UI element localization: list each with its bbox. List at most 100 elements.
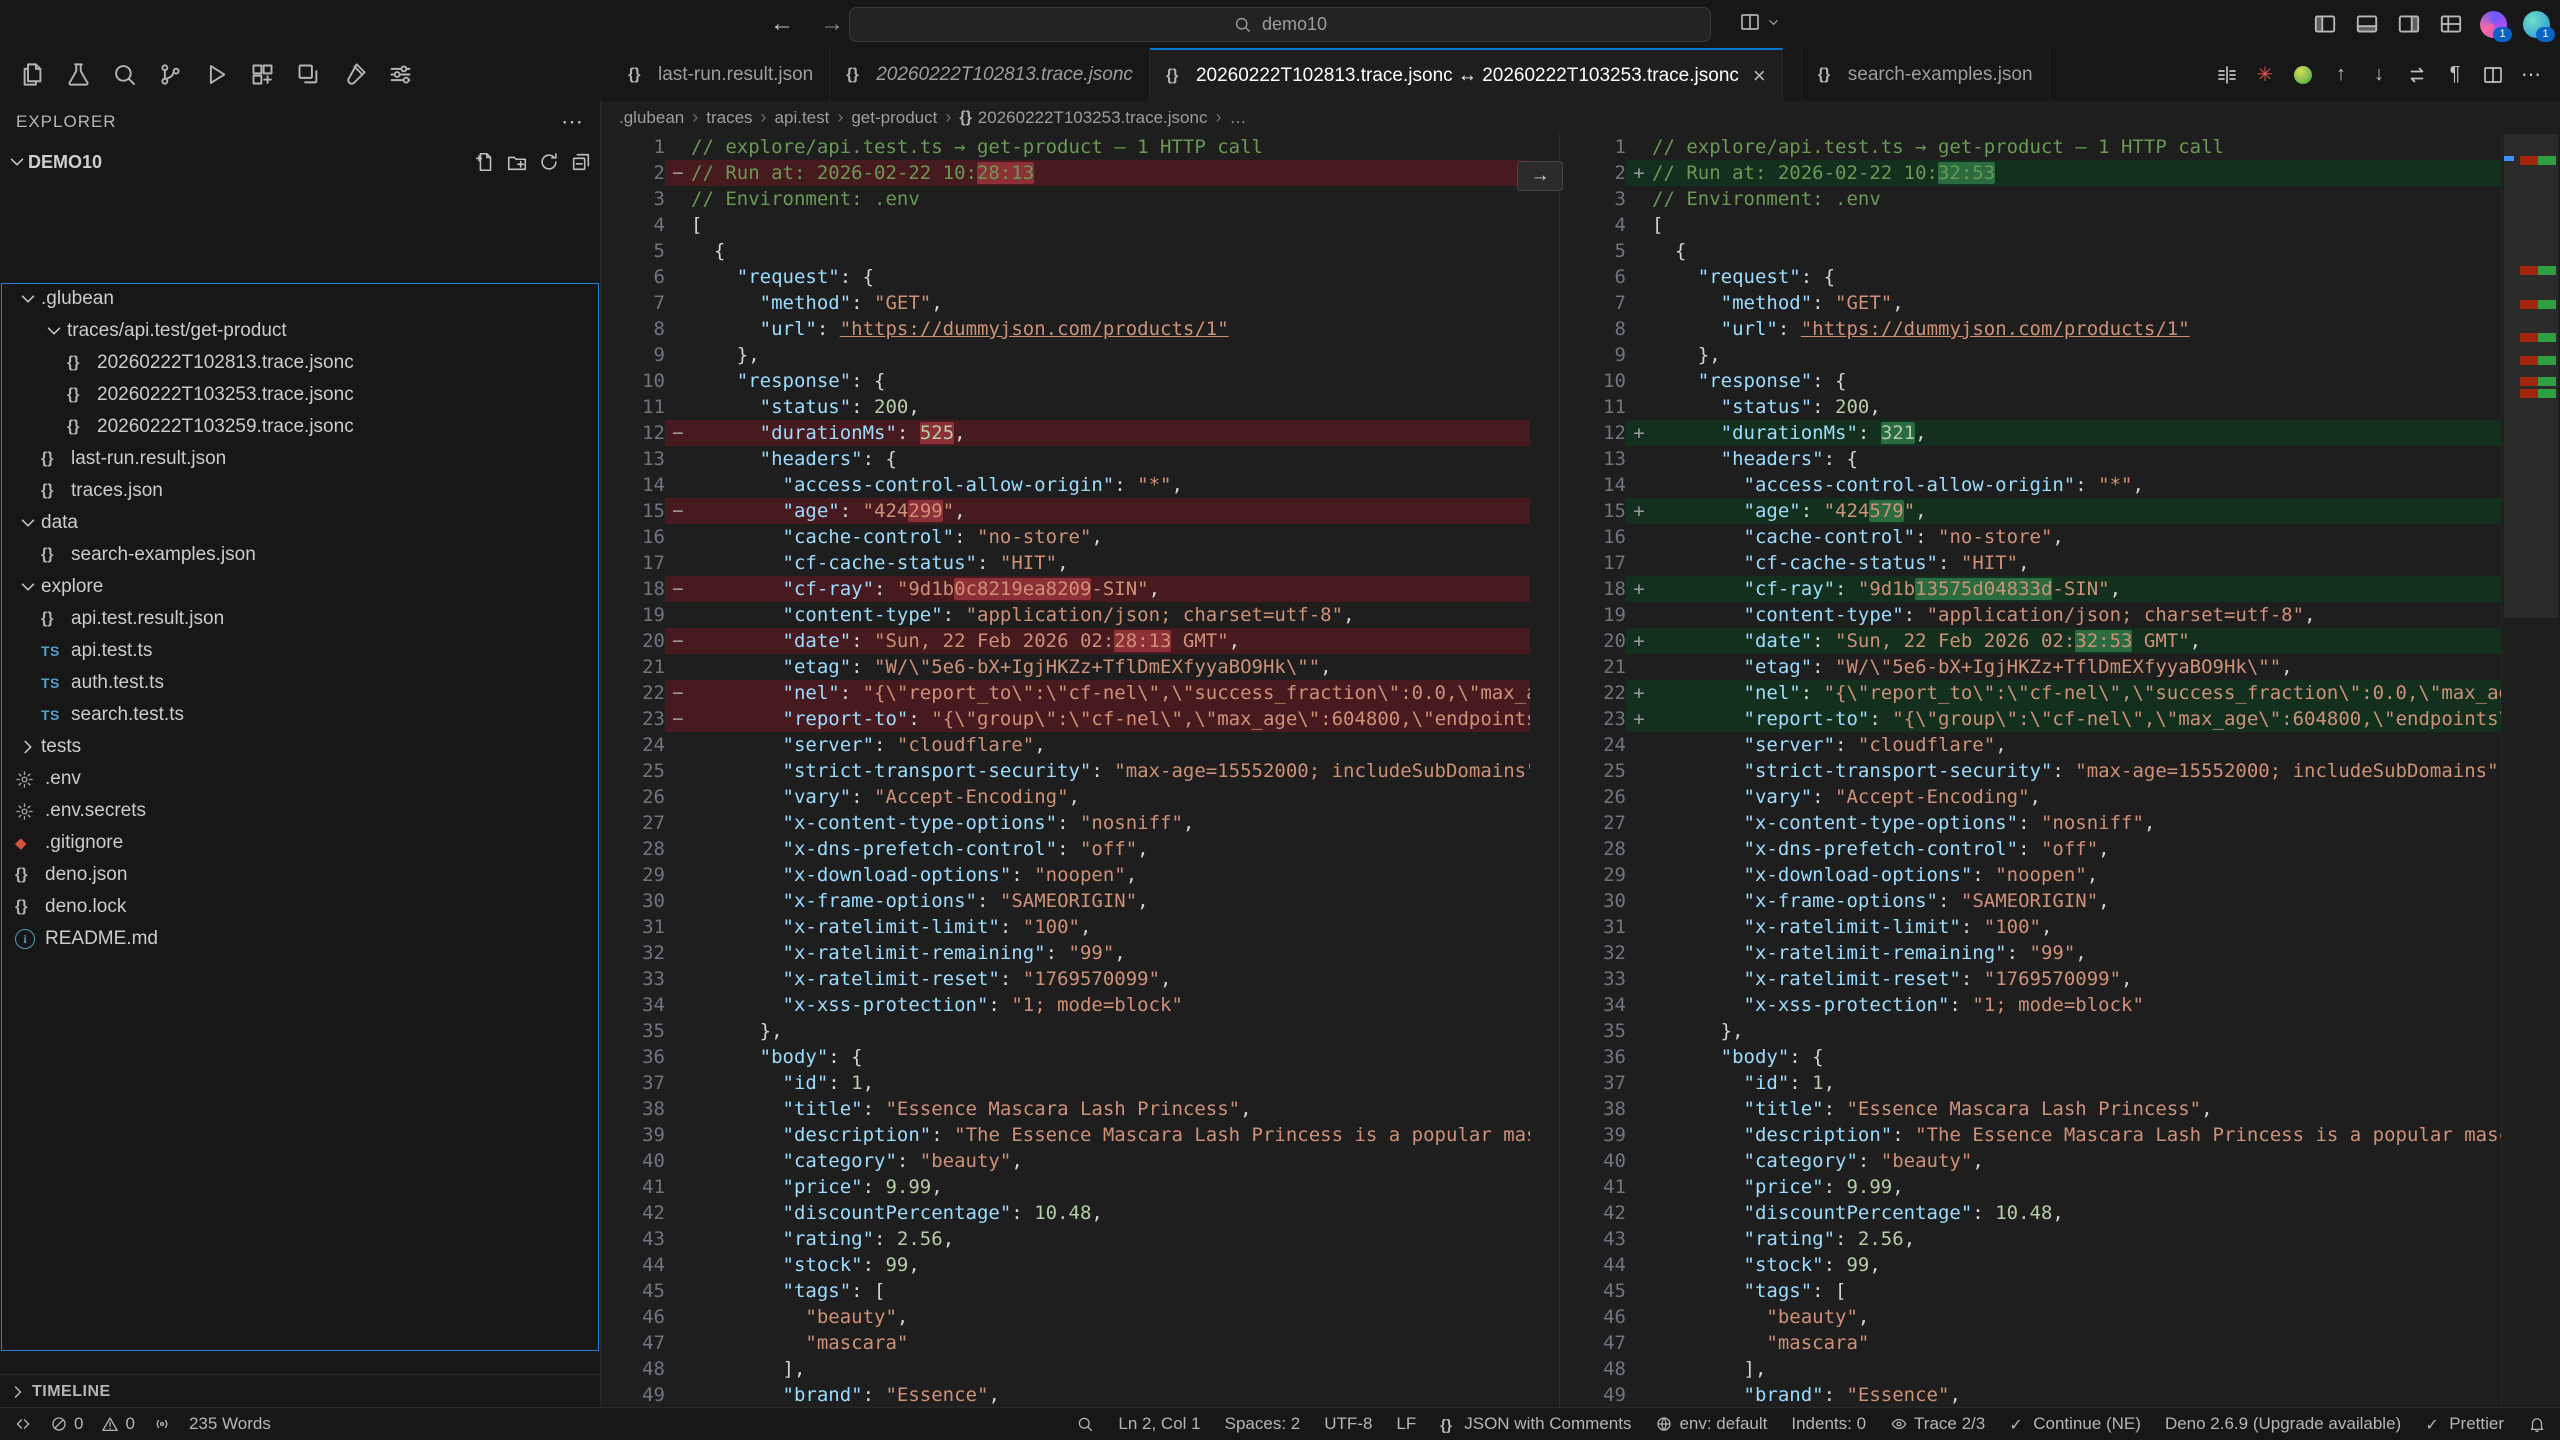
- tree-item-20260222t102813-trace-jsonc[interactable]: {}20260222T102813.trace.jsonc: [1, 347, 599, 379]
- code-line-13[interactable]: 13 "headers": {: [601, 446, 1530, 472]
- tree-item-deno-lock[interactable]: {}deno.lock: [1, 891, 599, 923]
- status-language-mode[interactable]: {}JSON with Comments: [1440, 1414, 1631, 1434]
- code-line-15[interactable]: 15− "age": "424299",: [601, 498, 1530, 524]
- refresh-icon[interactable]: [538, 151, 560, 173]
- layout-sidebar-right-icon[interactable]: [2396, 11, 2422, 37]
- code-line-47[interactable]: 47 "mascara": [1592, 1330, 2502, 1356]
- activity-test-tube[interactable]: [334, 55, 374, 95]
- code-line-6[interactable]: 6 "request": {: [1592, 264, 2502, 290]
- code-line-44[interactable]: 44 "stock": 99,: [1592, 1252, 2502, 1278]
- code-line-36[interactable]: 36 "body": {: [601, 1044, 1530, 1070]
- extension-red-icon[interactable]: ✳: [2250, 60, 2280, 90]
- breadcrumb-item-glubean[interactable]: .glubean: [619, 108, 684, 128]
- code-line-11[interactable]: 11 "status": 200,: [1592, 394, 2502, 420]
- code-line-8[interactable]: 8 "url": "https://dummyjson.com/products…: [601, 316, 1530, 342]
- code-line-3[interactable]: 3// Environment: .env: [1592, 186, 2502, 212]
- tree-item-deno-json[interactable]: {}deno.json: [1, 859, 599, 891]
- code-line-34[interactable]: 34 "x-xss-protection": "1; mode=block": [1592, 992, 2502, 1018]
- status-cursor-position[interactable]: Ln 2, Col 1: [1118, 1414, 1200, 1434]
- code-line-26[interactable]: 26 "vary": "Accept-Encoding",: [1592, 784, 2502, 810]
- extension-green-icon[interactable]: [2288, 60, 2318, 90]
- code-line-23[interactable]: 23− "report-to": "{\"group\":\"cf-nel\",…: [601, 706, 1530, 732]
- tree-item-env[interactable]: .env: [1, 763, 599, 795]
- code-line-17[interactable]: 17 "cf-cache-status": "HIT",: [1592, 550, 2502, 576]
- tree-item-auth-test-ts[interactable]: TSauth.test.ts: [1, 667, 599, 699]
- code-line-36[interactable]: 36 "body": {: [1592, 1044, 2502, 1070]
- code-line-18[interactable]: 18− "cf-ray": "9d1b0c8219ea8209-SIN",: [601, 576, 1530, 602]
- timeline-section[interactable]: TIMELINE: [0, 1374, 600, 1408]
- code-line-28[interactable]: 28 "x-dns-prefetch-control": "off",: [601, 836, 1530, 862]
- code-line-12[interactable]: 12+ "durationMs": 321,: [1592, 420, 2502, 446]
- code-line-35[interactable]: 35 },: [601, 1018, 1530, 1044]
- split-editor-icon[interactable]: [2478, 60, 2508, 90]
- nav-back-icon[interactable]: ←: [770, 10, 794, 38]
- code-line-44[interactable]: 44 "stock": 99,: [601, 1252, 1530, 1278]
- code-line-12[interactable]: 12− "durationMs": 525,: [601, 420, 1530, 446]
- code-line-1[interactable]: 1// explore/api.test.ts → get-product — …: [1592, 134, 2502, 160]
- tab-last-run-result-json[interactable]: {}last-run.result.json: [612, 48, 830, 101]
- code-line-7[interactable]: 7 "method": "GET",: [601, 290, 1530, 316]
- status-encoding[interactable]: UTF-8: [1324, 1414, 1372, 1434]
- layout-switcher[interactable]: [1738, 10, 1781, 34]
- code-line-38[interactable]: 38 "title": "Essence Mascara Lash Prince…: [601, 1096, 1530, 1122]
- tree-item-tests[interactable]: tests: [1, 731, 599, 763]
- status-env[interactable]: env: default: [1655, 1414, 1767, 1434]
- code-line-14[interactable]: 14 "access-control-allow-origin": "*",: [1592, 472, 2502, 498]
- code-line-19[interactable]: 19 "content-type": "application/json; ch…: [1592, 602, 2502, 628]
- code-line-49[interactable]: 49 "brand": "Essence",: [1592, 1382, 2502, 1408]
- code-line-5[interactable]: 5 {: [601, 238, 1530, 264]
- code-line-47[interactable]: 47 "mascara": [601, 1330, 1530, 1356]
- code-line-43[interactable]: 43 "rating": 2.56,: [1592, 1226, 2502, 1252]
- activity-source-control[interactable]: [150, 55, 190, 95]
- code-line-2[interactable]: 2+// Run at: 2026-02-22 10:32:53: [1592, 160, 2502, 186]
- code-line-22[interactable]: 22+ "nel": "{\"report_to\":\"cf-nel\",\"…: [1592, 680, 2502, 706]
- tree-item-traces-api-test-get-product[interactable]: traces/api.test/get-product: [1, 315, 599, 347]
- code-line-8[interactable]: 8 "url": "https://dummyjson.com/products…: [1592, 316, 2502, 342]
- code-line-18[interactable]: 18+ "cf-ray": "9d1b13575d04833d-SIN",: [1592, 576, 2502, 602]
- code-line-40[interactable]: 40 "category": "beauty",: [1592, 1148, 2502, 1174]
- close-icon[interactable]: ×: [1753, 63, 1766, 89]
- code-line-33[interactable]: 33 "x-ratelimit-reset": "1769570099",: [601, 966, 1530, 992]
- code-line-43[interactable]: 43 "rating": 2.56,: [601, 1226, 1530, 1252]
- activity-sliders[interactable]: [380, 55, 420, 95]
- workspace-section-header[interactable]: DEMO10: [0, 143, 600, 181]
- code-line-48[interactable]: 48 ],: [1592, 1356, 2502, 1382]
- status-errors[interactable]: 0: [50, 1414, 83, 1434]
- breadcrumb-item-get-product[interactable]: get-product: [851, 108, 937, 128]
- code-line-25[interactable]: 25 "strict-transport-security": "max-age…: [601, 758, 1530, 784]
- breadcrumb-item-api-test[interactable]: api.test: [775, 108, 830, 128]
- code-line-3[interactable]: 3// Environment: .env: [601, 186, 1530, 212]
- status-word-count[interactable]: 235 Words: [189, 1414, 271, 1434]
- code-line-29[interactable]: 29 "x-download-options": "noopen",: [1592, 862, 2502, 888]
- code-line-21[interactable]: 21 "etag": "W/\"5e6-bX+IgjHKZz+TflDmEXfy…: [601, 654, 1530, 680]
- code-line-22[interactable]: 22− "nel": "{\"report_to\":\"cf-nel\",\"…: [601, 680, 1530, 706]
- status-indentation[interactable]: Spaces: 2: [1225, 1414, 1301, 1434]
- command-center[interactable]: demo10: [849, 7, 1711, 42]
- code-line-34[interactable]: 34 "x-xss-protection": "1; mode=block": [601, 992, 1530, 1018]
- code-line-30[interactable]: 30 "x-frame-options": "SAMEORIGIN",: [601, 888, 1530, 914]
- tree-item-env-secrets[interactable]: .env.secrets: [1, 795, 599, 827]
- open-changes-icon[interactable]: [2212, 60, 2242, 90]
- code-line-25[interactable]: 25 "strict-transport-security": "max-age…: [1592, 758, 2502, 784]
- code-line-37[interactable]: 37 "id": 1,: [1592, 1070, 2502, 1096]
- code-line-11[interactable]: 11 "status": 200,: [601, 394, 1530, 420]
- tree-item-api-test-ts[interactable]: TSapi.test.ts: [1, 635, 599, 667]
- code-line-48[interactable]: 48 ],: [601, 1356, 1530, 1382]
- tree-item-data[interactable]: data: [1, 507, 599, 539]
- more-actions-icon[interactable]: ⋯: [561, 109, 584, 135]
- breadcrumb-item-20260222t103253-trace-jsonc[interactable]: {}20260222T103253.trace.jsonc: [959, 108, 1207, 128]
- code-line-2[interactable]: 2−// Run at: 2026-02-22 10:28:13: [601, 160, 1530, 186]
- code-line-5[interactable]: 5 {: [1592, 238, 2502, 264]
- new-file-icon[interactable]: [474, 151, 496, 173]
- code-line-17[interactable]: 17 "cf-cache-status": "HIT",: [601, 550, 1530, 576]
- tree-item-api-test-result-json[interactable]: {}api.test.result.json: [1, 603, 599, 635]
- code-line-16[interactable]: 16 "cache-control": "no-store",: [601, 524, 1530, 550]
- more-icon[interactable]: ⋯: [2516, 60, 2546, 90]
- code-line-32[interactable]: 32 "x-ratelimit-remaining": "99",: [601, 940, 1530, 966]
- code-line-20[interactable]: 20− "date": "Sun, 22 Feb 2026 02:28:13 G…: [601, 628, 1530, 654]
- tree-item-explore[interactable]: explore: [1, 571, 599, 603]
- activity-debug-play[interactable]: [196, 55, 236, 95]
- code-line-30[interactable]: 30 "x-frame-options": "SAMEORIGIN",: [1592, 888, 2502, 914]
- status-warnings[interactable]: 0: [101, 1414, 134, 1434]
- status-indents[interactable]: Indents: 0: [1791, 1414, 1866, 1434]
